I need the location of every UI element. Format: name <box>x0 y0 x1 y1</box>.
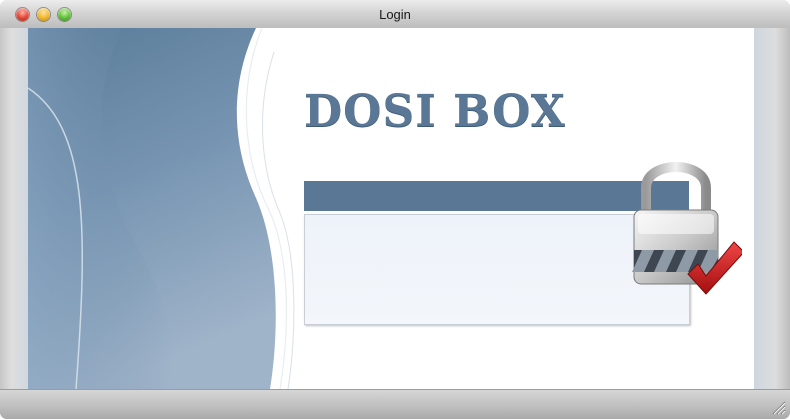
right-frame <box>754 28 790 389</box>
bottom-bar <box>0 389 790 419</box>
resize-grip-icon[interactable] <box>770 399 786 415</box>
decorative-swoosh <box>28 28 295 389</box>
login-window: Login DOSI BOX <box>0 0 790 419</box>
window-title: Login <box>379 7 411 22</box>
login-content: DOSI BOX <box>28 28 754 389</box>
padlock-check-icon <box>632 162 742 295</box>
title-bar[interactable]: Login <box>0 0 790 29</box>
brand-logo: DOSI BOX <box>304 86 566 137</box>
left-frame <box>0 28 28 389</box>
